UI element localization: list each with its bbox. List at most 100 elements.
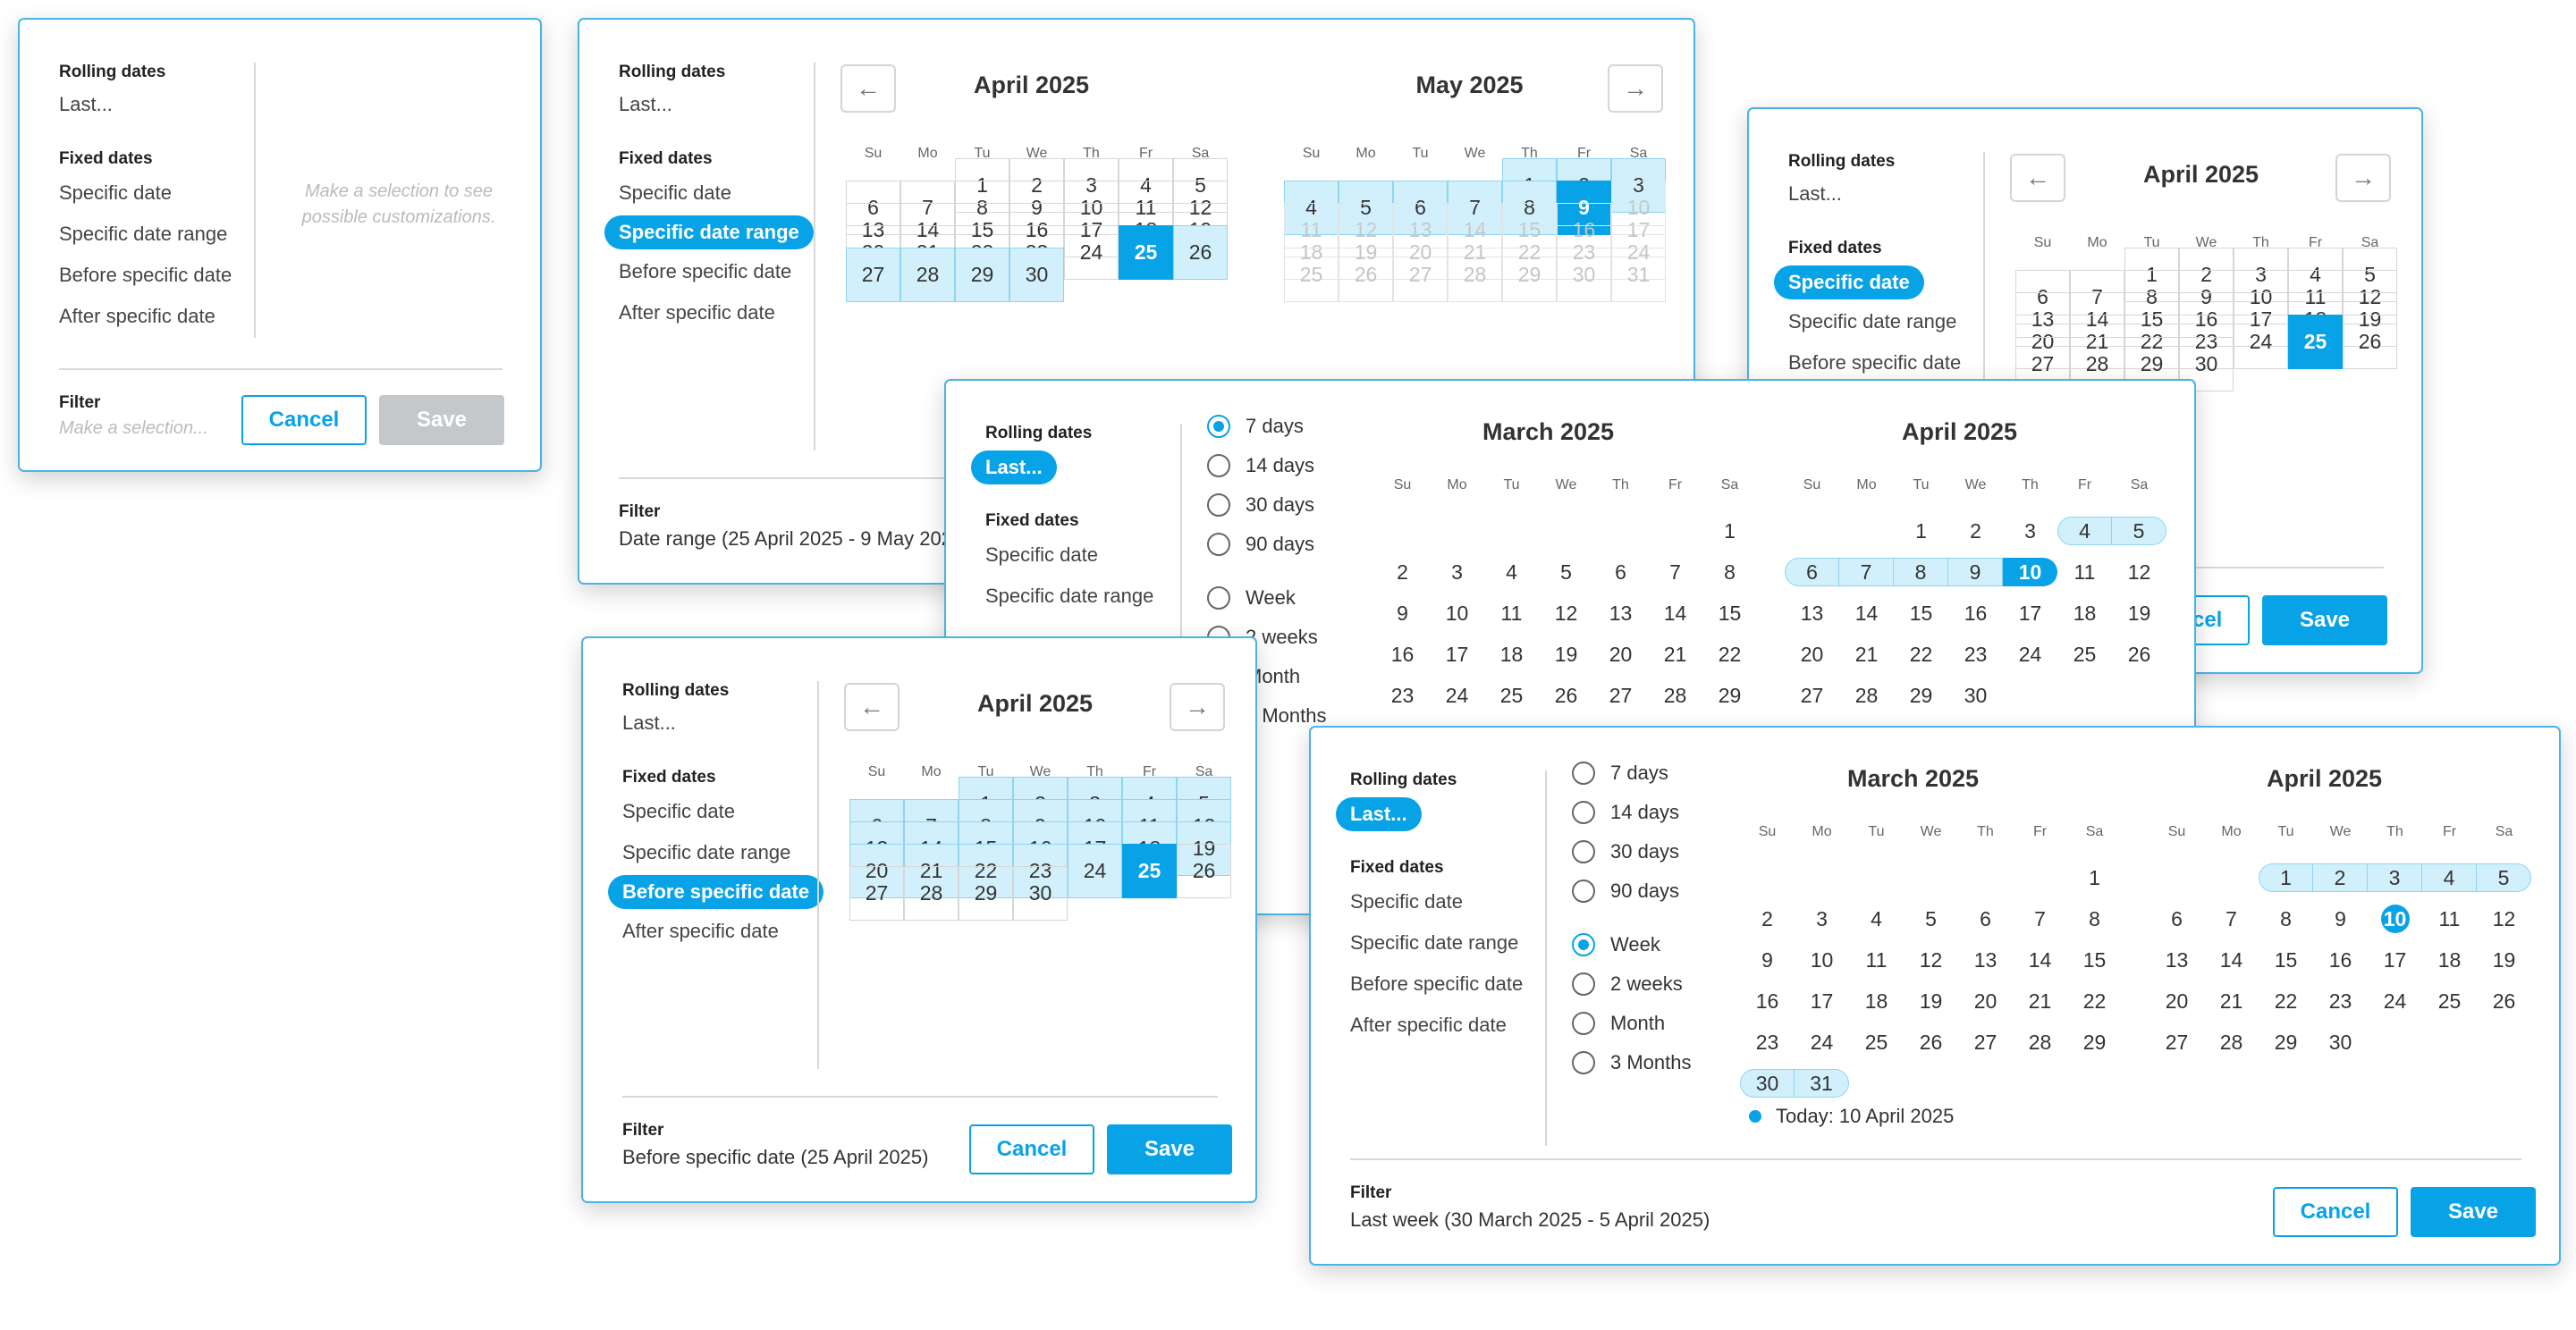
rolling-option[interactable]: 3 Months — [1572, 1051, 1692, 1074]
calendar-day[interactable]: 22 — [2259, 987, 2313, 1015]
calendar-day[interactable]: 24 — [1064, 225, 1119, 280]
calendar-day[interactable]: 11 — [1484, 599, 1539, 627]
save-button[interactable]: Save — [379, 395, 504, 445]
calendar-day[interactable]: 19 — [2477, 946, 2531, 974]
cancel-button[interactable]: Cancel — [241, 395, 367, 445]
calendar-day[interactable]: 6 — [1785, 558, 1839, 586]
calendar-day[interactable]: 4 — [1849, 905, 1904, 933]
calendar-day[interactable]: 19 — [2112, 599, 2166, 627]
save-button[interactable]: Save — [2411, 1187, 2536, 1237]
calendar-day[interactable]: 25 — [2057, 640, 2112, 669]
calendar-day[interactable]: 24 — [2368, 987, 2422, 1015]
calendar-day[interactable]: 22 — [1894, 640, 1948, 669]
calendar-day[interactable]: 22 — [1702, 640, 1757, 669]
menu-item-specific-date-range[interactable]: Specific date range — [622, 841, 823, 864]
calendar-day[interactable]: 29 — [1702, 681, 1757, 710]
calendar-day[interactable]: 12 — [1539, 599, 1593, 627]
calendar-day[interactable]: 30 — [2313, 1028, 2368, 1056]
calendar-day[interactable]: 11 — [2057, 558, 2112, 586]
calendar-day[interactable]: 23 — [2313, 987, 2368, 1015]
calendar-day[interactable]: 15 — [1894, 599, 1948, 627]
radio-icon[interactable] — [1207, 586, 1230, 610]
rolling-option[interactable]: 30 days — [1207, 493, 1314, 517]
calendar-day[interactable]: 25 — [2288, 315, 2343, 369]
calendar-day[interactable]: 28 — [1448, 248, 1502, 302]
calendar-day[interactable]: 26 — [1177, 844, 1231, 898]
save-button[interactable]: Save — [2262, 595, 2387, 645]
calendar-day[interactable]: 15 — [1702, 599, 1757, 627]
radio-icon[interactable] — [1572, 1012, 1595, 1035]
menu-item-last[interactable]: Last... — [1788, 182, 1961, 206]
calendar-day[interactable]: 28 — [1648, 681, 1702, 710]
calendar-day[interactable]: 25 — [1849, 1028, 1904, 1056]
calendar-day[interactable]: 1 — [1702, 517, 1757, 545]
calendar-day[interactable]: 20 — [1785, 640, 1839, 669]
calendar-day[interactable]: 7 — [2204, 905, 2259, 933]
rolling-option[interactable]: 2 weeks — [1572, 972, 1683, 996]
calendar-day[interactable]: 4 — [2422, 863, 2477, 892]
calendar-day[interactable]: 7 — [2013, 905, 2067, 933]
calendar-day[interactable]: 5 — [2477, 863, 2531, 892]
cancel-button[interactable]: Cancel — [969, 1124, 1094, 1174]
calendar-day[interactable]: 14 — [2204, 946, 2259, 974]
calendar-day[interactable]: 3 — [1430, 558, 1484, 586]
save-button[interactable]: Save — [1107, 1124, 1232, 1174]
calendar-day[interactable]: 25 — [1122, 844, 1177, 898]
calendar-day[interactable]: 23 — [1375, 681, 1430, 710]
calendar-day[interactable]: 17 — [2003, 599, 2057, 627]
calendar-day[interactable]: 16 — [1740, 987, 1795, 1015]
calendar-day[interactable]: 2 — [1948, 517, 2003, 545]
menu-item-before-specific-date[interactable]: Before specific date — [59, 264, 232, 287]
calendar-day[interactable]: 24 — [2003, 640, 2057, 669]
radio-icon[interactable] — [1572, 840, 1595, 863]
rolling-option[interactable]: 7 days — [1207, 415, 1304, 438]
calendar-day[interactable]: 8 — [1702, 558, 1757, 586]
rolling-option[interactable]: Month — [1572, 1012, 1665, 1035]
calendar-day[interactable]: 5 — [1904, 905, 1958, 933]
cancel-button[interactable]: Cancel — [2273, 1187, 2398, 1237]
menu-item-last[interactable]: Last... — [622, 711, 823, 735]
calendar-day[interactable]: 26 — [2477, 987, 2531, 1015]
calendar-day[interactable]: 24 — [1795, 1028, 1849, 1056]
calendar-day[interactable]: 31 — [1795, 1069, 1849, 1098]
calendar-day[interactable]: 8 — [2259, 905, 2313, 933]
calendar-day[interactable]: 3 — [2003, 517, 2057, 545]
menu-item-specific-date-range[interactable]: Specific date range — [1350, 931, 1523, 955]
menu-item-specific-date[interactable]: Specific date — [619, 181, 814, 205]
calendar-day[interactable]: 5 — [1539, 558, 1593, 586]
calendar-day[interactable]: 14 — [1839, 599, 1894, 627]
radio-icon[interactable] — [1207, 493, 1230, 517]
calendar-day[interactable]: 18 — [2057, 599, 2112, 627]
calendar-day[interactable]: 28 — [1839, 681, 1894, 710]
calendar-day[interactable]: 12 — [2112, 558, 2166, 586]
rolling-option[interactable]: 7 days — [1572, 762, 1668, 785]
calendar-day[interactable]: 25 — [1284, 248, 1339, 302]
calendar-day[interactable]: 12 — [1904, 946, 1958, 974]
menu-item-last[interactable]: Last... — [619, 93, 814, 116]
calendar-day[interactable]: 19 — [1539, 640, 1593, 669]
calendar-day[interactable]: 10 — [2368, 905, 2422, 933]
calendar-day[interactable]: 26 — [1904, 1028, 1958, 1056]
calendar-day[interactable]: 2 — [1740, 905, 1795, 933]
menu-item-last[interactable]: Last... — [1336, 797, 1422, 831]
calendar-day[interactable]: 14 — [1648, 599, 1702, 627]
menu-item-specific-date[interactable]: Specific date — [59, 181, 232, 205]
calendar-day[interactable]: 1 — [1894, 517, 1948, 545]
calendar-day[interactable]: 29 — [2067, 1028, 2122, 1056]
menu-item-last[interactable]: Last... — [59, 93, 232, 116]
calendar-day[interactable]: 30 — [1740, 1069, 1795, 1098]
calendar-day[interactable]: 30 — [1557, 248, 1611, 302]
calendar-day[interactable]: 24 — [1068, 844, 1122, 898]
calendar-day[interactable]: 16 — [2313, 946, 2368, 974]
calendar-day[interactable]: 24 — [1430, 681, 1484, 710]
calendar-day[interactable]: 26 — [2112, 640, 2166, 669]
radio-icon[interactable] — [1207, 454, 1230, 477]
menu-item-after-specific-date[interactable]: After specific date — [619, 301, 814, 324]
calendar-day[interactable]: 12 — [2477, 905, 2531, 933]
calendar-day[interactable]: 30 — [1948, 681, 2003, 710]
calendar-day[interactable]: 17 — [2368, 946, 2422, 974]
calendar-day[interactable]: 23 — [1740, 1028, 1795, 1056]
calendar-day[interactable]: 30 — [1013, 866, 1068, 921]
calendar-day[interactable]: 15 — [2259, 946, 2313, 974]
menu-item-specific-date-range[interactable]: Specific date range — [985, 585, 1153, 608]
